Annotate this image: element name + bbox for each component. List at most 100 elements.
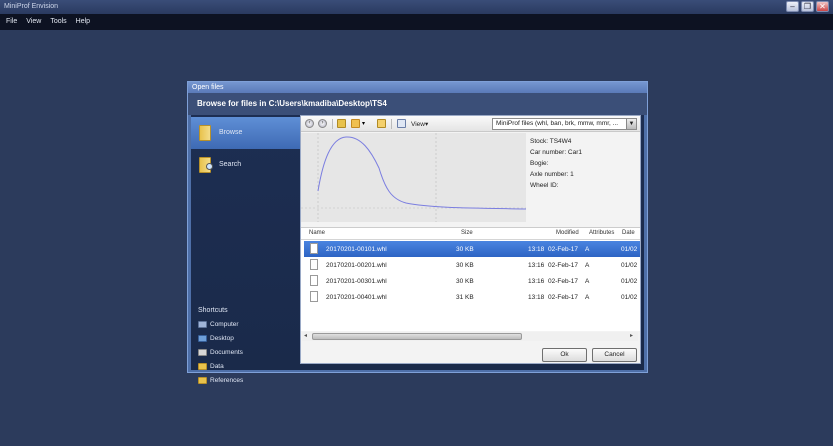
file-date: 01/02 — [621, 294, 638, 301]
open-files-dialog: Open files Browse for files in C:\Users\… — [187, 81, 648, 384]
file-modified: 02-Feb-17 — [548, 262, 578, 269]
file-row[interactable]: 20170201-00401.whl 31 KB 13:18 02-Feb-17… — [304, 289, 640, 305]
file-date: 01/02 — [621, 262, 638, 269]
scrollbar-thumb[interactable] — [312, 333, 522, 340]
shortcut-documents[interactable]: Documents — [198, 349, 243, 356]
shortcut-label: Computer — [210, 321, 239, 328]
file-time: 13:16 — [528, 278, 545, 285]
file-time: 13:18 — [528, 294, 545, 301]
column-header-divider — [301, 239, 640, 240]
dialog-body: Browse Search Shortcuts Computer Desktop… — [191, 115, 644, 384]
bookmark-dropdown-icon[interactable]: ▾ — [362, 120, 365, 127]
shortcut-desktop[interactable]: Desktop — [198, 335, 234, 342]
magnifier-icon — [206, 163, 213, 170]
folder-icon — [198, 377, 207, 384]
file-name: 20170201-00301.whl — [326, 278, 387, 285]
back-icon[interactable]: ‹ — [305, 119, 314, 128]
file-attr: A — [585, 278, 590, 285]
column-attributes[interactable]: Attributes — [589, 228, 614, 239]
column-date[interactable]: Date — [622, 228, 635, 239]
info-axle-number: Axle number: 1 — [530, 171, 574, 178]
file-row[interactable]: 20170201-00301.whl 30 KB 13:16 02-Feb-17… — [304, 273, 640, 289]
file-name: 20170201-00201.whl — [326, 262, 387, 269]
profile-preview — [301, 133, 527, 222]
computer-icon — [198, 321, 207, 328]
folder-icon — [199, 125, 211, 141]
file-attr: A — [585, 246, 590, 253]
file-date: 01/02 — [621, 246, 638, 253]
shortcut-references[interactable]: References — [198, 377, 243, 384]
minimize-button[interactable]: – — [786, 1, 799, 12]
info-bogie: Bogie: — [530, 160, 549, 167]
file-modified: 02-Feb-17 — [548, 246, 578, 253]
sidebar-item-search[interactable]: Search — [191, 149, 300, 181]
ok-button[interactable]: Ok — [542, 348, 587, 362]
window-controls: – ❐ ✕ — [786, 1, 829, 12]
view-menu[interactable]: View▾ — [411, 120, 428, 128]
file-name: 20170201-00101.whl — [326, 246, 387, 253]
column-name[interactable]: Name — [309, 228, 325, 239]
menu-help[interactable]: Help — [76, 14, 90, 30]
dialog-title: Open files — [188, 82, 647, 93]
profile-preview-svg — [301, 133, 527, 222]
menu-file[interactable]: File — [6, 14, 17, 30]
file-attr: A — [585, 294, 590, 301]
toolbar-separator — [332, 119, 333, 129]
sidebar-item-label: Search — [219, 161, 242, 168]
file-size: 30 KB — [456, 262, 474, 269]
scroll-left-icon[interactable]: ◂ — [304, 332, 307, 339]
filetype-select[interactable]: MiniProf files (whl, ban, brk, mmw, mmr,… — [492, 118, 637, 130]
file-row[interactable]: 20170201-00201.whl 30 KB 13:16 02-Feb-17… — [304, 257, 640, 273]
menu-view[interactable]: View — [26, 14, 41, 30]
scroll-right-icon[interactable]: ▸ — [630, 332, 633, 339]
desktop-icon — [198, 335, 207, 342]
info-stock: Stock: TS4W4 — [530, 138, 572, 145]
close-button[interactable]: ✕ — [816, 1, 829, 12]
file-row[interactable]: 20170201-00101.whl 30 KB 13:18 02-Feb-17… — [304, 241, 640, 257]
shortcuts-heading: Shortcuts — [198, 307, 228, 314]
file-icon — [310, 291, 318, 302]
sidebar-item-label: Browse — [219, 129, 243, 136]
restore-button[interactable]: ❐ — [801, 1, 814, 12]
file-size: 30 KB — [456, 278, 474, 285]
shortcut-label: Data — [210, 363, 224, 370]
file-date: 01/02 — [621, 278, 638, 285]
file-modified: 02-Feb-17 — [548, 294, 578, 301]
shortcut-data[interactable]: Data — [198, 363, 224, 370]
chevron-down-icon: ▼ — [626, 119, 636, 129]
new-folder-icon[interactable] — [377, 119, 386, 128]
column-modified[interactable]: Modified — [556, 228, 579, 239]
bookmark-icon[interactable] — [351, 119, 360, 128]
filetype-value: MiniProf files (whl, ban, brk, mmw, mmr,… — [496, 120, 619, 127]
forward-icon[interactable]: › — [318, 119, 327, 128]
file-name: 20170201-00401.whl — [326, 294, 387, 301]
dialog-header-path: Browse for files in C:\Users\kmadiba\Des… — [188, 93, 647, 115]
horizontal-scrollbar[interactable]: ◂ ▸ — [302, 332, 638, 341]
shortcut-label: References — [210, 377, 244, 384]
file-time: 13:18 — [528, 246, 545, 253]
menu-tools[interactable]: Tools — [50, 14, 66, 30]
file-modified: 02-Feb-17 — [548, 278, 578, 285]
file-browser: ‹ › ▾ View▾ MiniProf files (whl, ban, br… — [300, 115, 641, 364]
shortcut-label: Documents — [210, 349, 243, 356]
app-title-bar: MiniProf Envision – ❐ ✕ — [0, 0, 833, 14]
info-wheel-id: Wheel ID: — [530, 182, 559, 189]
file-time: 13:16 — [528, 262, 545, 269]
column-size[interactable]: Size — [461, 228, 473, 239]
shortcut-label: Desktop — [210, 335, 234, 342]
sidebar-item-browse[interactable]: Browse — [191, 117, 300, 149]
view-label: View — [411, 121, 425, 128]
info-car-number: Car number: Car1 — [530, 149, 583, 156]
file-icon — [310, 275, 318, 286]
cancel-button[interactable]: Cancel — [592, 348, 637, 362]
folder-icon — [198, 363, 207, 370]
file-icon — [310, 259, 318, 270]
documents-icon — [198, 349, 207, 356]
view-icon[interactable] — [397, 119, 406, 128]
file-list: Name Size Modified Attributes Date 20170… — [301, 227, 640, 331]
file-icon — [310, 243, 318, 254]
shortcut-computer[interactable]: Computer — [198, 321, 239, 328]
toolbar-separator — [391, 119, 392, 129]
parent-folder-icon[interactable] — [337, 119, 346, 128]
menu-bar: File View Tools Help — [0, 14, 833, 30]
